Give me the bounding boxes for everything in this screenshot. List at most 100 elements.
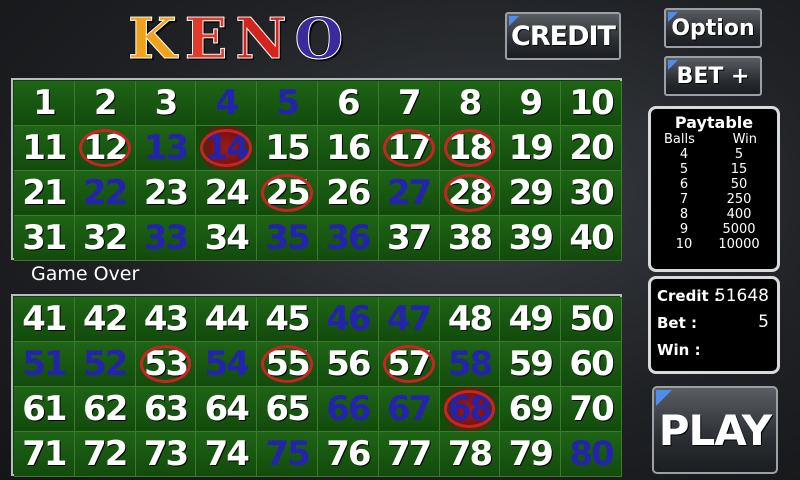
number-cell-6[interactable]: 6 (317, 81, 379, 126)
number-cell-58[interactable]: 58 (439, 342, 501, 387)
number-cell-67[interactable]: 67 (378, 387, 440, 432)
number-cell-23[interactable]: 23 (135, 171, 197, 216)
number-cell-29[interactable]: 29 (500, 171, 562, 216)
number-cell-18[interactable]: 18 (439, 126, 501, 171)
number-cell-48[interactable]: 48 (439, 297, 501, 342)
number-cell-37[interactable]: 37 (378, 216, 440, 261)
number-cell-49[interactable]: 49 (500, 297, 562, 342)
number-cell-28[interactable]: 28 (439, 171, 501, 216)
number-cell-55[interactable]: 55 (257, 342, 318, 387)
number-cell-3[interactable]: 3 (135, 81, 197, 126)
number-cell-26[interactable]: 26 (317, 171, 379, 216)
number-cell-61[interactable]: 61 (14, 387, 75, 432)
number-cell-74[interactable]: 74 (196, 432, 258, 477)
number-cell-13[interactable]: 13 (135, 126, 197, 171)
number-cell-76[interactable]: 76 (317, 432, 379, 477)
credit-info-panel: Credit : 51648 Bet : 5 Win : (648, 276, 780, 374)
number-cell-41[interactable]: 41 (14, 297, 75, 342)
number-cell-78[interactable]: 78 (439, 432, 501, 477)
number-cell-11[interactable]: 11 (14, 126, 75, 171)
credit-button[interactable]: CREDIT (505, 12, 621, 60)
number-cell-46[interactable]: 46 (317, 297, 379, 342)
number-cell-30[interactable]: 30 (561, 171, 622, 216)
number-cell-50[interactable]: 50 (561, 297, 622, 342)
number-cell-63[interactable]: 63 (135, 387, 197, 432)
bet-label: Bet : (657, 314, 697, 332)
number-cell-65[interactable]: 65 (257, 387, 318, 432)
number-cell-4[interactable]: 4 (196, 81, 258, 126)
number-cell-7[interactable]: 7 (378, 81, 440, 126)
number-cell-36[interactable]: 36 (317, 216, 379, 261)
number-cell-33[interactable]: 33 (135, 216, 197, 261)
logo-letter-e: E (184, 6, 228, 72)
number-cell-75[interactable]: 75 (257, 432, 318, 477)
number-cell-17[interactable]: 17 (378, 126, 440, 171)
number-cell-9[interactable]: 9 (500, 81, 562, 126)
game-status: Game Over (31, 263, 140, 285)
play-button[interactable]: PLAY (652, 386, 778, 474)
paytable-win: 50 (730, 177, 748, 192)
number-cell-10[interactable]: 10 (561, 81, 622, 126)
number-cell-1[interactable]: 1 (14, 81, 75, 126)
number-cell-80[interactable]: 80 (561, 432, 622, 477)
option-button[interactable]: Option (664, 8, 762, 48)
number-cell-72[interactable]: 72 (74, 432, 136, 477)
number-cell-22[interactable]: 22 (74, 171, 136, 216)
number-cell-56[interactable]: 56 (317, 342, 379, 387)
number-cell-53[interactable]: 53 (135, 342, 197, 387)
number-cell-8[interactable]: 8 (439, 81, 501, 126)
number-cell-12[interactable]: 12 (74, 126, 136, 171)
number-cell-66[interactable]: 66 (317, 387, 379, 432)
corner-marker-icon (668, 60, 678, 70)
number-cell-5[interactable]: 5 (257, 81, 318, 126)
number-cell-69[interactable]: 69 (500, 387, 562, 432)
number-cell-19[interactable]: 19 (500, 126, 562, 171)
credit-label: Credit : (657, 287, 720, 305)
number-cell-44[interactable]: 44 (196, 297, 258, 342)
number-cell-2[interactable]: 2 (74, 81, 136, 126)
paytable-row: 6 50 (651, 177, 777, 192)
number-cell-32[interactable]: 32 (74, 216, 136, 261)
number-cell-24[interactable]: 24 (196, 171, 258, 216)
number-cell-47[interactable]: 47 (378, 297, 440, 342)
number-cell-54[interactable]: 54 (196, 342, 258, 387)
keno-logo: K E N O (128, 6, 351, 72)
number-cell-35[interactable]: 35 (257, 216, 318, 261)
number-cell-39[interactable]: 39 (500, 216, 562, 261)
number-cell-71[interactable]: 71 (14, 432, 75, 477)
number-cell-59[interactable]: 59 (500, 342, 562, 387)
number-cell-25[interactable]: 25 (257, 171, 318, 216)
number-cell-27[interactable]: 27 (378, 171, 440, 216)
number-cell-62[interactable]: 62 (74, 387, 136, 432)
number-cell-57[interactable]: 57 (378, 342, 440, 387)
number-cell-79[interactable]: 79 (500, 432, 562, 477)
number-cell-43[interactable]: 43 (135, 297, 197, 342)
number-cell-51[interactable]: 51 (14, 342, 75, 387)
logo-letter-n: N (235, 6, 287, 72)
number-cell-21[interactable]: 21 (14, 171, 75, 216)
number-cell-16[interactable]: 16 (317, 126, 379, 171)
number-cell-31[interactable]: 31 (14, 216, 75, 261)
number-cell-60[interactable]: 60 (561, 342, 622, 387)
option-button-label: Option (671, 15, 755, 41)
bet-plus-button[interactable]: BET + (664, 56, 762, 96)
bet-value: 5 (758, 312, 769, 332)
number-cell-70[interactable]: 70 (561, 387, 622, 432)
number-cell-52[interactable]: 52 (74, 342, 136, 387)
number-cell-38[interactable]: 38 (439, 216, 501, 261)
number-cell-64[interactable]: 64 (196, 387, 258, 432)
number-cell-42[interactable]: 42 (74, 297, 136, 342)
paytable-balls: 8 (679, 207, 689, 222)
number-cell-14[interactable]: 14 (196, 126, 258, 171)
number-cell-34[interactable]: 34 (196, 216, 258, 261)
number-cell-15[interactable]: 15 (257, 126, 318, 171)
number-cell-77[interactable]: 77 (378, 432, 440, 477)
corner-marker-icon (668, 12, 678, 22)
number-cell-45[interactable]: 45 (257, 297, 318, 342)
paytable-row: 9 5000 (651, 222, 777, 237)
number-cell-40[interactable]: 40 (561, 216, 622, 261)
number-cell-68[interactable]: 68 (439, 387, 501, 432)
number-cell-20[interactable]: 20 (561, 126, 622, 171)
number-cell-73[interactable]: 73 (135, 432, 197, 477)
number-grid-top: 1 2 3 4 5 6 7 8 9 10 11 12 13 14 15 16 17 18 19 20 21 22 23 24 2… (14, 81, 622, 261)
